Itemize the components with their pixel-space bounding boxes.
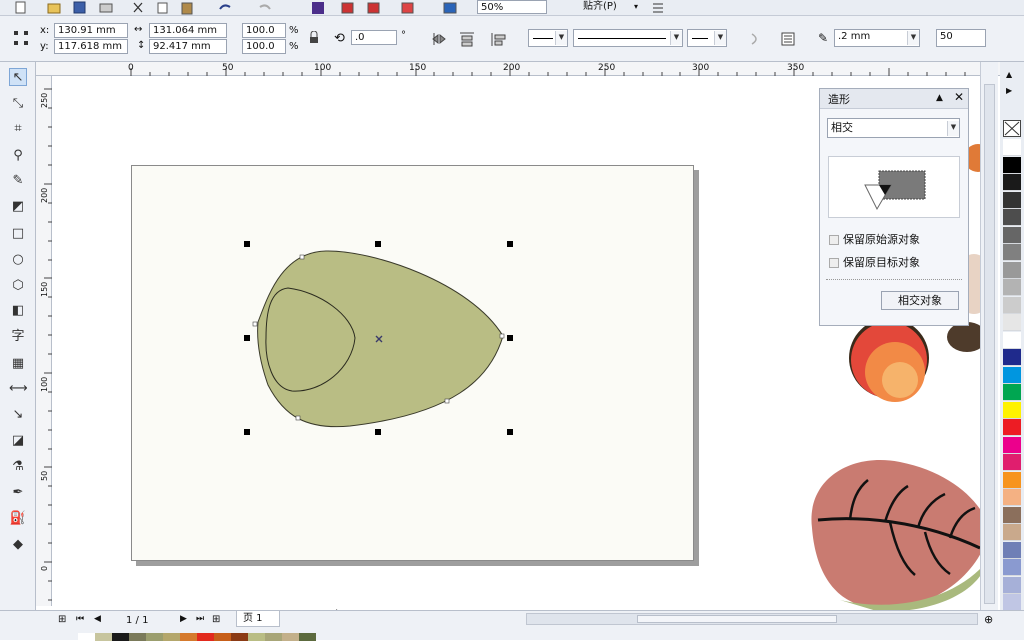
vertical-scroll-thumb[interactable] bbox=[984, 84, 995, 604]
palette-swatch[interactable] bbox=[1003, 331, 1021, 349]
palette-swatch[interactable] bbox=[1003, 296, 1021, 314]
add-page-after-icon[interactable]: ⊞ bbox=[212, 613, 220, 626]
intersect-preview-illustration bbox=[864, 170, 926, 211]
selection-handle-bottom-right[interactable] bbox=[507, 429, 513, 435]
palette-swatch[interactable] bbox=[1003, 436, 1021, 454]
palette-swatch[interactable] bbox=[1003, 349, 1021, 366]
add-page-icon[interactable]: ⊞ bbox=[58, 613, 66, 626]
docker-title: 造形 bbox=[828, 93, 850, 106]
keep-target-checkbox[interactable] bbox=[829, 258, 839, 268]
shaping-mode-value: 相交 bbox=[831, 121, 853, 134]
palette-swatch[interactable] bbox=[1003, 559, 1021, 576]
keep-target-label: 保留原目标对象 bbox=[843, 256, 920, 269]
intersected-shape bbox=[257, 250, 504, 428]
intersect-button[interactable]: 相交对象 bbox=[881, 291, 959, 310]
shaping-mode-select[interactable]: 相交 ▼ bbox=[827, 118, 960, 138]
palette-swatch[interactable] bbox=[1003, 594, 1021, 611]
palette-swatch[interactable] bbox=[1003, 419, 1021, 436]
selection-handle-bottom-left[interactable] bbox=[244, 429, 250, 435]
page-navigator-bar: ⊞ ⏮ ◀ 1 / 1 ▶ ⏭ ⊞ 页 1 ⊕ bbox=[0, 610, 1024, 641]
color-palette: ▲ ▶ bbox=[1000, 62, 1024, 629]
palette-swatch[interactable] bbox=[1003, 261, 1021, 279]
palette-swatch[interactable] bbox=[1003, 401, 1021, 419]
close-icon[interactable]: ✕ bbox=[954, 91, 964, 104]
keep-source-label: 保留原始源对象 bbox=[843, 233, 920, 246]
last-page-icon[interactable]: ⏭ bbox=[196, 613, 204, 626]
shaping-mode-dropdown-icon[interactable]: ▼ bbox=[947, 121, 959, 136]
next-page-icon[interactable]: ▶ bbox=[180, 613, 187, 626]
palette-swatch[interactable] bbox=[1003, 524, 1021, 541]
collapse-icon[interactable]: ▲ bbox=[936, 92, 943, 105]
palette-swatch[interactable] bbox=[1003, 191, 1021, 209]
orange-fruit-shape[interactable] bbox=[849, 318, 987, 402]
selection-handle-top-center[interactable] bbox=[375, 241, 381, 247]
first-page-icon[interactable]: ⏮ bbox=[76, 613, 84, 626]
selection-handle-bottom-center[interactable] bbox=[375, 429, 381, 435]
no-color-swatch[interactable] bbox=[1003, 120, 1021, 137]
selection-handle-top-left[interactable] bbox=[244, 241, 250, 247]
shaping-docker: 造形 ▲ ✕ 相交 ▼ 保留原始源对象 保留原目标对象 相交对象 bbox=[819, 88, 969, 326]
palette-swatch[interactable] bbox=[1003, 576, 1021, 594]
horizontal-scrollbar[interactable] bbox=[526, 613, 978, 625]
leaf-shape[interactable] bbox=[811, 459, 990, 612]
palette-swatch[interactable] bbox=[1003, 139, 1021, 156]
palette-swatch[interactable] bbox=[1003, 366, 1021, 384]
page-counter: 1 / 1 bbox=[126, 615, 149, 626]
horizontal-scroll-thumb[interactable] bbox=[637, 615, 837, 623]
docker-header: 造形 ▲ ✕ bbox=[820, 89, 968, 109]
palette-swatch[interactable] bbox=[1003, 384, 1021, 401]
palette-flyout-icon[interactable]: ▶ bbox=[1006, 84, 1012, 97]
selection-handle-middle-right[interactable] bbox=[507, 335, 513, 341]
keep-source-checkbox[interactable] bbox=[829, 235, 839, 245]
palette-swatch[interactable] bbox=[1003, 314, 1021, 331]
palette-swatch[interactable] bbox=[1003, 541, 1021, 559]
palette-swatch[interactable] bbox=[1003, 279, 1021, 296]
palette-swatch[interactable] bbox=[1003, 454, 1021, 471]
vertical-scrollbar[interactable] bbox=[980, 62, 998, 610]
selection-handle-middle-left[interactable] bbox=[244, 335, 250, 341]
palette-swatch[interactable] bbox=[1003, 226, 1021, 244]
palette-swatch[interactable] bbox=[1003, 244, 1021, 261]
palette-swatch[interactable] bbox=[1003, 174, 1021, 191]
page-tab[interactable]: 页 1 bbox=[236, 611, 280, 627]
palette-scroll-up-icon[interactable]: ▲ bbox=[1006, 68, 1012, 81]
palette-swatch[interactable] bbox=[1003, 506, 1021, 524]
docker-divider bbox=[826, 279, 962, 280]
page-tab-label: 页 1 bbox=[243, 613, 263, 624]
palette-swatch[interactable] bbox=[1003, 156, 1021, 174]
navigator-zoom-icon[interactable]: ⊕ bbox=[984, 613, 993, 626]
selection-handle-top-right[interactable] bbox=[507, 241, 513, 247]
prev-page-icon[interactable]: ◀ bbox=[94, 613, 101, 626]
palette-swatch[interactable] bbox=[1003, 489, 1021, 506]
palette-swatch[interactable] bbox=[1003, 209, 1021, 226]
shaping-preview bbox=[828, 156, 960, 218]
palette-swatch[interactable] bbox=[1003, 471, 1021, 489]
